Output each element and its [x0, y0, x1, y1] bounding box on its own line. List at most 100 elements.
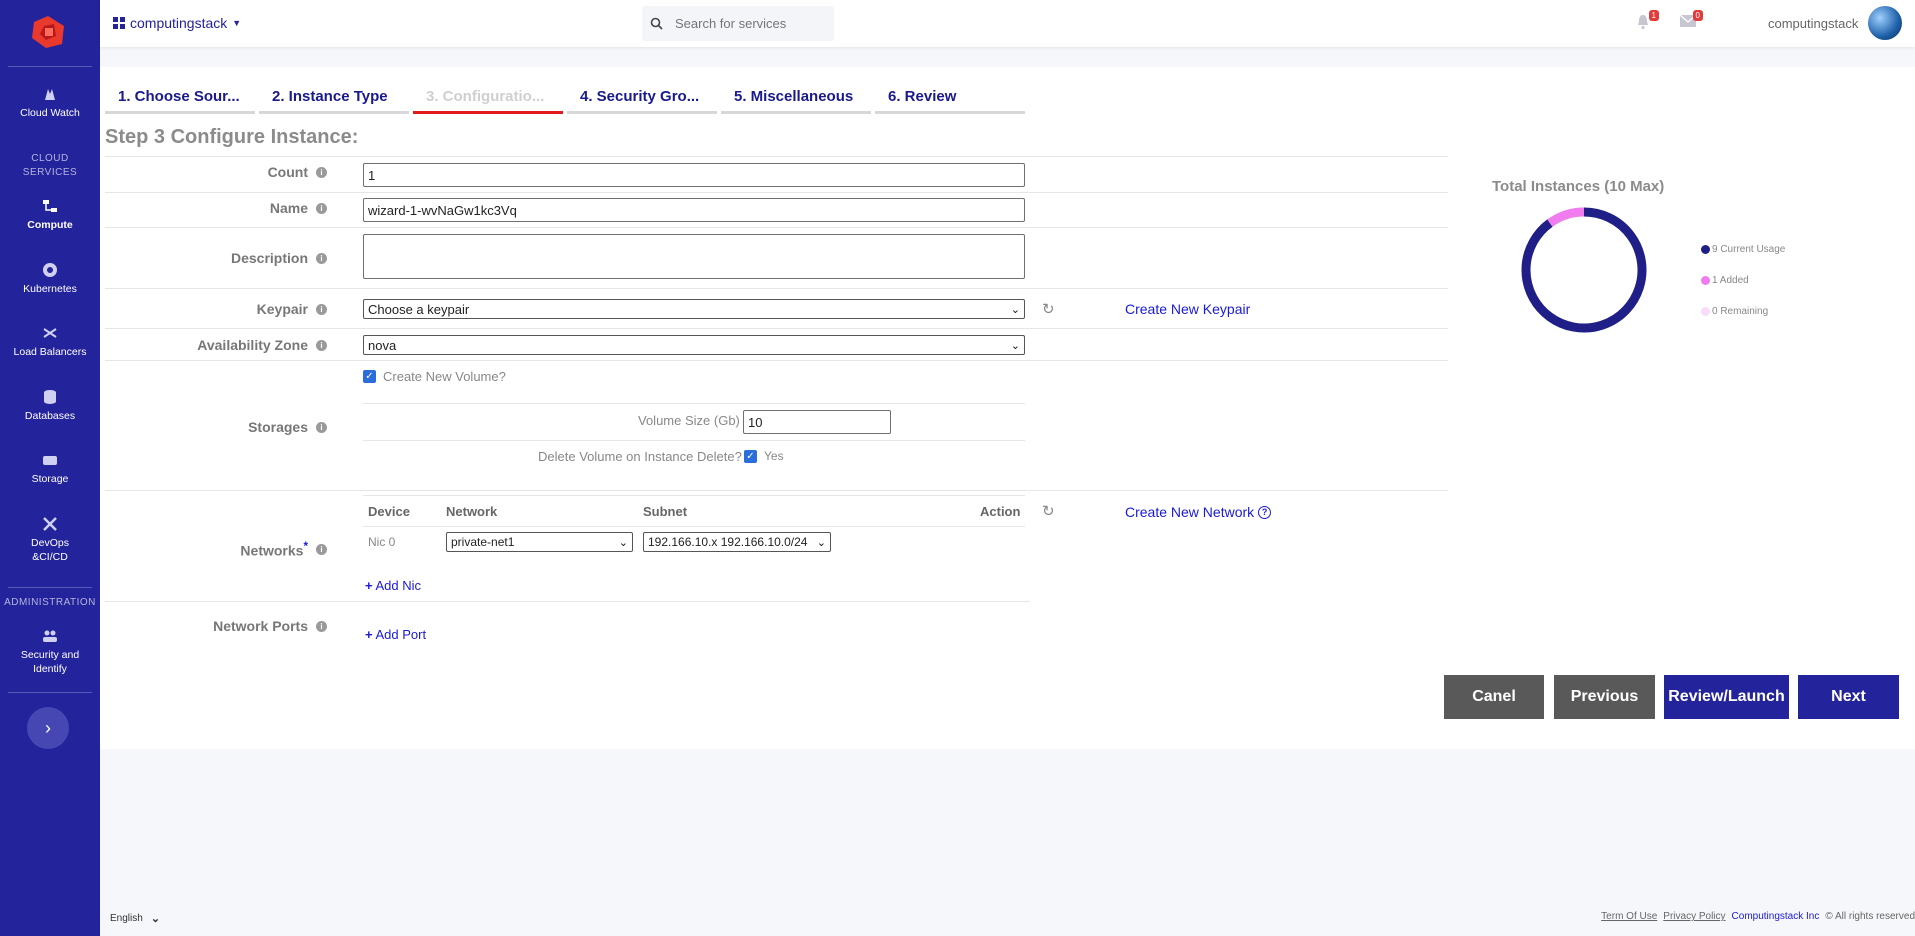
add-nic-label: Add Nic: [375, 578, 422, 593]
logo-icon[interactable]: [30, 14, 66, 50]
sidebar-expand-button[interactable]: ›: [27, 707, 69, 749]
nic-network-select[interactable]: private-net1 ⌄: [446, 532, 633, 552]
sidebar-item-load-balancers[interactable]: Load Balancers: [0, 325, 100, 359]
sidebar-item-label: DevOps &CI/CD: [31, 537, 69, 563]
keypair-select[interactable]: Choose a keypair ⌄: [363, 299, 1025, 319]
create-network-link[interactable]: Create New Network ?: [1125, 504, 1272, 520]
section-label: SERVICES: [22, 167, 78, 178]
volume-size-input[interactable]: [743, 410, 891, 434]
count-label-text: Count: [267, 164, 308, 180]
section-label: CLOUD: [31, 153, 69, 164]
create-keypair-link[interactable]: Create New Keypair: [1125, 301, 1250, 317]
storage-divider: [363, 403, 1025, 404]
chevron-down-icon: ⌄: [618, 536, 628, 549]
tab-choose-source[interactable]: 1. Choose Sour...: [105, 88, 255, 114]
sidebar-item-storage[interactable]: Storage: [0, 452, 100, 486]
keypair-label-text: Keypair: [256, 301, 308, 317]
required-marker: *: [303, 540, 308, 553]
info-icon[interactable]: i: [316, 339, 327, 351]
footer-links: Term Of Use Privacy Policy Computingstac…: [1601, 911, 1915, 922]
sidebar-item-security[interactable]: Security and Identify: [0, 628, 100, 676]
create-volume-checkbox[interactable]: ✓: [363, 370, 376, 383]
refresh-network-icon[interactable]: ↻: [1042, 502, 1055, 520]
legend-label: 9 Current Usage: [1712, 244, 1786, 255]
compute-icon: [43, 200, 57, 212]
network-divider: [363, 526, 1025, 527]
tab-miscellaneous[interactable]: 5. Miscellaneous: [721, 88, 871, 114]
networks-label: Networks* i: [87, 540, 327, 559]
nic-network-value: private-net1: [451, 535, 515, 549]
sidebar-item-label: Compute: [27, 219, 73, 231]
sidebar-divider: [8, 66, 92, 67]
refresh-keypair-icon[interactable]: ↻: [1042, 300, 1055, 318]
sidebar-item-kubernetes[interactable]: Kubernetes: [0, 262, 100, 296]
wizard-tabs: 1. Choose Sour... 2. Instance Type 3. Co…: [105, 88, 1025, 114]
add-port-button[interactable]: + Add Port: [365, 627, 426, 642]
donut-slice-current-usage: [1521, 207, 1647, 333]
nic-subnet-select[interactable]: 192.166.10.x 192.166.10.0/24 ⌄: [643, 532, 831, 552]
legend-item: 1 Added: [1701, 275, 1749, 286]
row-divider: [105, 227, 1448, 228]
notification-count-badge: 1: [1648, 10, 1659, 21]
info-icon[interactable]: i: [316, 166, 327, 178]
sidebar-item-compute[interactable]: Compute: [0, 198, 100, 232]
terms-link[interactable]: Term Of Use: [1601, 911, 1657, 922]
username[interactable]: computingstack: [1768, 16, 1858, 31]
language-selector[interactable]: English ⌄: [110, 912, 160, 925]
sidebar-item-devops[interactable]: DevOps &CI/CD: [0, 516, 100, 564]
network-ports-label-text: Network Ports: [213, 618, 308, 634]
tab-instance-type[interactable]: 2. Instance Type: [259, 88, 409, 114]
name-label-text: Name: [269, 200, 308, 216]
topbar-icons: 1 0: [1635, 10, 1703, 30]
messages-button[interactable]: 0: [1679, 10, 1703, 30]
add-nic-button[interactable]: + Add Nic: [365, 578, 421, 593]
info-icon[interactable]: i: [316, 303, 327, 315]
keypair-value: Choose a keypair: [368, 301, 470, 317]
count-label: Count i: [87, 164, 327, 180]
availability-zone-select[interactable]: nova ⌄: [363, 335, 1025, 355]
cancel-button[interactable]: Canel: [1444, 675, 1544, 719]
help-icon: ?: [1258, 505, 1272, 519]
privacy-link[interactable]: Privacy Policy: [1663, 911, 1725, 922]
database-icon: [44, 390, 56, 404]
search-box[interactable]: [642, 6, 834, 41]
net-header-device: Device: [368, 504, 410, 519]
description-textarea[interactable]: [363, 234, 1025, 279]
tab-review[interactable]: 6. Review: [875, 88, 1025, 114]
legend-item: 9 Current Usage: [1701, 244, 1785, 255]
donut-slice-added: [1547, 207, 1585, 227]
tab-security-group[interactable]: 4. Security Gro...: [567, 88, 717, 114]
delete-volume-checkbox[interactable]: ✓: [744, 450, 757, 463]
chevron-down-icon: ⌄: [1010, 339, 1020, 352]
info-icon[interactable]: i: [316, 543, 327, 555]
networks-label-text: Networks*: [240, 540, 308, 559]
info-icon[interactable]: i: [316, 421, 327, 433]
networks-label-word: Networks: [240, 542, 304, 559]
name-input[interactable]: [363, 198, 1025, 222]
sidebar-item-label: Databases: [24, 410, 76, 422]
sidebar-section-cloud-services: CLOUD SERVICES: [0, 152, 100, 180]
review-launch-button[interactable]: Review/Launch: [1664, 675, 1789, 719]
legend-swatch: [1701, 245, 1710, 254]
row-divider: [105, 328, 1448, 329]
sidebar-item-cloud-watch[interactable]: Cloud Watch: [0, 86, 100, 120]
project-selector[interactable]: computingstack ▼: [113, 15, 241, 31]
info-icon[interactable]: i: [316, 202, 327, 214]
notifications-button[interactable]: 1: [1635, 10, 1659, 30]
create-volume-label: Create New Volume?: [383, 369, 506, 384]
info-icon[interactable]: i: [316, 620, 327, 632]
previous-button[interactable]: Previous: [1554, 675, 1655, 719]
info-icon[interactable]: i: [316, 252, 327, 264]
tab-configuration[interactable]: 3. Configuratio...: [413, 88, 563, 114]
chart-title: Total Instances (10 Max): [1492, 178, 1665, 195]
sidebar-item-databases[interactable]: Databases: [0, 389, 100, 423]
chevron-down-icon: ⌄: [1010, 303, 1020, 316]
storage-divider: [363, 440, 1025, 441]
count-input[interactable]: [363, 163, 1025, 187]
legend-swatch: [1701, 276, 1710, 285]
search-input[interactable]: [675, 16, 825, 31]
az-value: nova: [368, 337, 397, 353]
company-link[interactable]: Computingstack Inc: [1732, 911, 1820, 922]
avatar[interactable]: [1868, 6, 1902, 40]
next-button[interactable]: Next: [1798, 675, 1899, 719]
